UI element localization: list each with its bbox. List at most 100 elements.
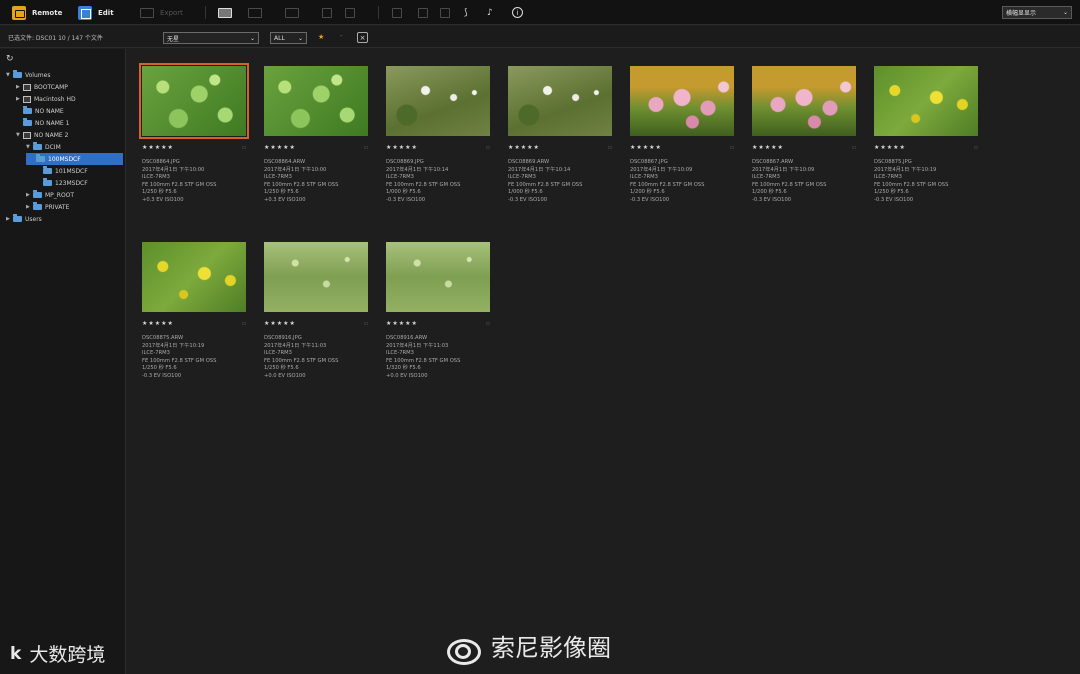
exposure-info: 1/250 秒 F5.6: [874, 189, 909, 196]
drive-icon: [23, 83, 31, 91]
thumbnail-item[interactable]: ★★★★★ ▫ DSC08869.ARW 2017年4月1日 下午10:14 IL…: [506, 64, 614, 205]
camera-model: ILCE-7RM3: [508, 174, 536, 181]
capture-date: 2017年4月1日 下午10:14: [508, 166, 571, 173]
refresh-icon[interactable]: ↻: [6, 54, 14, 64]
tool-button-3[interactable]: [440, 4, 450, 21]
ev-iso-info: -0.3 EV ISO100: [508, 196, 548, 203]
thumbnail-item[interactable]: ★★★★★ ▫ DSC08864.JPG 2017年4月1日 下午10:00 IL…: [139, 63, 249, 205]
edit-tab[interactable]: Edit: [78, 4, 114, 21]
tree-item-123msdcf[interactable]: 123MSDCF: [36, 177, 88, 189]
camera-model: ILCE-7RM3: [874, 174, 902, 181]
tree-item-100msdcf[interactable]: 100MSDCF: [26, 153, 123, 165]
thumbnail-image[interactable]: [264, 66, 368, 136]
thumbnail-image[interactable]: [142, 242, 246, 312]
thumbnail-metadata: DSC08864.JPG 2017年4月1日 下午10:00 ILCE-7RM3…: [142, 159, 248, 205]
tree-item-101msdcf[interactable]: 101MSDCF: [36, 165, 88, 177]
image-view-button[interactable]: [218, 4, 232, 21]
tree-item-label: BOOTCAMP: [34, 83, 68, 91]
rating-stars[interactable]: ★★★★★ ▫: [508, 144, 612, 151]
mark-button[interactable]: ⟆: [464, 4, 468, 21]
export-button[interactable]: Export: [140, 4, 183, 21]
rating-stars[interactable]: ★★★★★ ▫: [630, 144, 734, 151]
rating-stars[interactable]: ★★★★★ ▫: [874, 144, 978, 151]
drive-icon: [23, 95, 31, 103]
rating-stars[interactable]: ★★★★★ ▫: [752, 144, 856, 151]
tree-item-no-name[interactable]: NO NAME: [16, 105, 64, 117]
rotate-left-icon: [322, 7, 332, 18]
image-icon: [218, 7, 232, 18]
rating-filter-select[interactable]: 无星 ⌄: [163, 32, 259, 44]
folder-icon: [43, 166, 52, 174]
thumbnail-image[interactable]: [386, 242, 490, 312]
tree-item-label: NO NAME 2: [34, 131, 69, 139]
tree-item-no-name-1[interactable]: NO NAME 1: [16, 117, 69, 129]
caret-right-icon: ▶: [6, 216, 10, 222]
tree-item-label: NO NAME: [35, 107, 64, 115]
thumbnail-image[interactable]: [874, 66, 978, 136]
caret-right-icon: ▶: [26, 204, 30, 210]
tool-button-1[interactable]: [392, 4, 402, 21]
rotate-left-button[interactable]: [322, 4, 332, 21]
thumbnail-item[interactable]: ★★★★★ ▫ DSC08867.ARW 2017年4月1日 下午10:09 IL…: [750, 64, 858, 205]
rating-stars[interactable]: ★★★★★ ▫: [264, 320, 368, 327]
tree-item-bootcamp[interactable]: ▶ BOOTCAMP: [16, 81, 68, 93]
thumbnail-metadata: DSC08916.JPG 2017年4月1日 下午11:03 ILCE-7RM3…: [264, 335, 370, 381]
rating-stars[interactable]: ★★★★★ ▫: [142, 144, 246, 151]
tree-item-label: Volumes: [25, 71, 51, 79]
rating-stars[interactable]: ★★★★★ ▫: [264, 144, 368, 151]
remote-label: Remote: [32, 8, 63, 17]
dash-filter-icon[interactable]: -: [340, 32, 343, 40]
thumbnail-metadata: DSC08864.ARW 2017年4月1日 下午10:00 ILCE-7RM3…: [264, 159, 370, 205]
tree-item-no-name-2[interactable]: ▼ NO NAME 2: [16, 129, 68, 141]
thumbnail-image[interactable]: [139, 63, 249, 139]
grid-view-button[interactable]: [248, 4, 262, 21]
tree-item-label: PRIVATE: [45, 203, 70, 211]
tool-button-2[interactable]: [418, 4, 428, 21]
thumbnail-image[interactable]: [630, 66, 734, 136]
tree-item-private[interactable]: ▶ PRIVATE: [26, 201, 69, 213]
music-note-icon: ♪: [487, 7, 493, 18]
file-name: DSC08864.ARW: [264, 159, 306, 165]
folder-icon: [33, 190, 42, 198]
tree-item-users[interactable]: ▶ Users: [6, 213, 42, 225]
camera-model: ILCE-7RM3: [386, 174, 414, 181]
ev-iso-info: -0.3 EV ISO100: [142, 372, 182, 379]
thumbnail-image[interactable]: [508, 66, 612, 136]
view-mode-select[interactable]: 横幅显显示 ⌄: [1002, 6, 1072, 19]
thumbnail-item[interactable]: ★★★★★ ▫ DSC08864.ARW 2017年4月1日 下午10:00 IL…: [262, 64, 370, 205]
tree-item-macintosh-hd[interactable]: ▶ Macintosh HD: [16, 93, 76, 105]
rotate-right-button[interactable]: [345, 4, 355, 21]
toolbar-divider: [205, 6, 206, 19]
exposure-info: 1/200 秒 F5.6: [752, 189, 787, 196]
thumbnail-image[interactable]: [752, 66, 856, 136]
watermark-left: k 大数跨境: [10, 640, 105, 667]
type-filter-select[interactable]: ALL ⌄: [270, 32, 307, 44]
audio-button[interactable]: ♪: [487, 4, 493, 21]
info-button[interactable]: i: [512, 4, 523, 21]
remote-tab[interactable]: Remote: [12, 4, 62, 21]
compare-view-button[interactable]: [285, 4, 299, 21]
file-name: DSC08867.ARW: [752, 159, 794, 165]
type-filter-value: ALL: [274, 34, 285, 42]
thumbnail-item[interactable]: ★★★★★ ▫ DSC08916.ARW 2017年4月1日 下午11:03 IL…: [384, 240, 492, 381]
camera-model: ILCE-7RM3: [264, 174, 292, 181]
thumbnail-image[interactable]: [386, 66, 490, 136]
rating-stars[interactable]: ★★★★★ ▫: [142, 320, 246, 327]
tree-item-dcim[interactable]: ▼ DCIM: [26, 141, 61, 153]
rating-stars[interactable]: ★★★★★ ▫: [386, 144, 490, 151]
clear-filter-button[interactable]: ×: [357, 32, 368, 43]
star-filter-icon[interactable]: ★: [318, 33, 324, 41]
thumbnail-item[interactable]: ★★★★★ ▫ DSC08867.JPG 2017年4月1日 下午10:09 IL…: [628, 64, 736, 205]
thumbnail-image[interactable]: [264, 242, 368, 312]
thumbnail-item[interactable]: ★★★★★ ▫ DSC08875.JPG 2017年4月1日 下午10:19 IL…: [872, 64, 980, 205]
thumbnail-item[interactable]: ★★★★★ ▫ DSC08916.JPG 2017年4月1日 下午11:03 IL…: [262, 240, 370, 381]
tree-item-volumes[interactable]: ▼ Volumes: [6, 69, 50, 81]
rating-stars[interactable]: ★★★★★ ▫: [386, 320, 490, 327]
capture-date: 2017年4月1日 下午11:03: [264, 342, 327, 349]
thumbnail-item[interactable]: ★★★★★ ▫ DSC08869.JPG 2017年4月1日 下午10:14 IL…: [384, 64, 492, 205]
ev-iso-info: -0.3 EV ISO100: [874, 196, 914, 203]
thumbnail-metadata: DSC08916.ARW 2017年4月1日 下午11:03 ILCE-7RM3…: [386, 335, 492, 381]
tree-item-mp-root[interactable]: ▶ MP_ROOT: [26, 189, 74, 201]
thumbnail-item[interactable]: ★★★★★ ▫ DSC08875.ARW 2017年4月1日 下午10:19 IL…: [140, 240, 248, 381]
capture-date: 2017年4月1日 下午10:09: [752, 166, 815, 173]
